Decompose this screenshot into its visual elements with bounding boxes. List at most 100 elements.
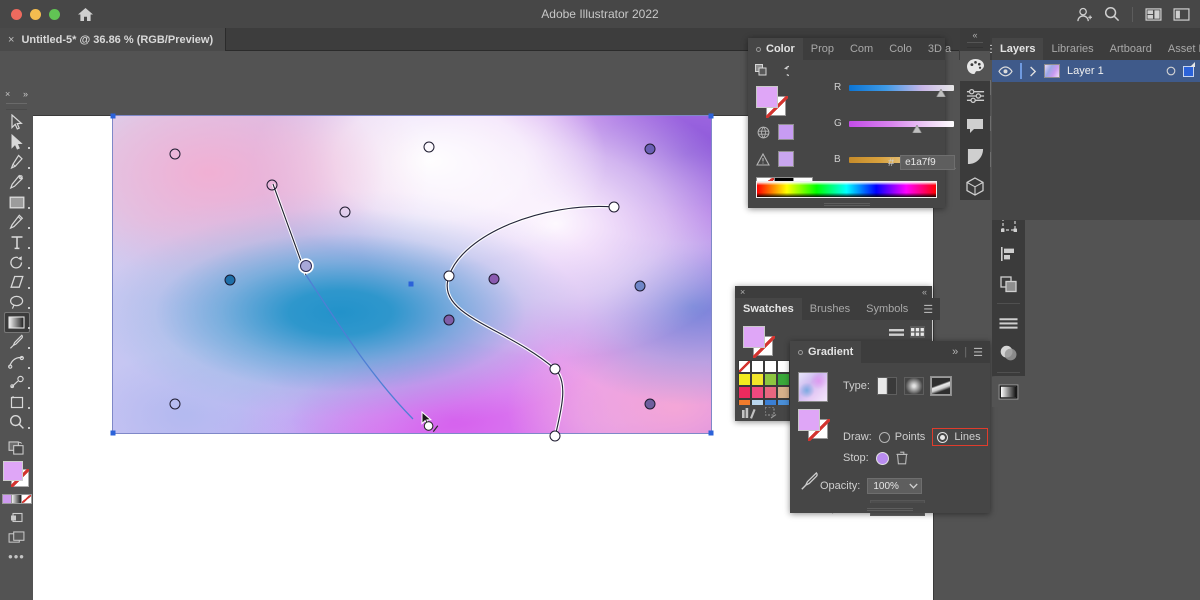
swatch-cell[interactable]: [751, 373, 764, 386]
swatch-cell[interactable]: [764, 373, 777, 386]
layer-row[interactable]: Layer 1: [992, 60, 1200, 82]
gradient-stop-marker[interactable]: [267, 180, 278, 191]
layer-thumbnail[interactable]: [1044, 64, 1060, 78]
gradient-stop-marker[interactable]: [645, 143, 656, 154]
tab-3d-and-materials[interactable]: 3D a: [920, 38, 959, 60]
tools-panel-grip[interactable]: [6, 103, 27, 110]
color-panel[interactable]: Color Prop Com Colo 3D a » | ☰: [748, 38, 945, 208]
fill-stroke-swatch[interactable]: [756, 86, 786, 116]
color-modes-row[interactable]: [0, 491, 33, 507]
gradient-stop-marker[interactable]: [634, 280, 645, 291]
fill-swatch[interactable]: [798, 409, 820, 431]
swatch-cell[interactable]: [738, 373, 751, 386]
close-window-button[interactable]: [11, 9, 22, 20]
tab-gradient[interactable]: Gradient: [790, 341, 861, 363]
dock-grip[interactable]: [967, 42, 983, 48]
pencil-tool[interactable]: [0, 212, 33, 232]
list-view-icon[interactable]: [889, 327, 904, 338]
freeform-gradient-button[interactable]: [931, 377, 951, 395]
gradient-stop-marker[interactable]: [225, 275, 236, 286]
transparency-icon[interactable]: [992, 338, 1025, 368]
swatches-view-controls[interactable]: [889, 326, 925, 338]
blend-tool[interactable]: [0, 352, 33, 372]
layers-panel[interactable]: Layers Libraries Artboard Asset Ex ☰ Lay…: [992, 38, 1200, 198]
gradient-stop-marker[interactable]: [444, 315, 455, 326]
collapse-icon[interactable]: «: [922, 286, 927, 298]
channel-slider-g[interactable]: [849, 121, 954, 127]
tab-properties[interactable]: Prop: [803, 38, 842, 60]
switch-workspace-icon[interactable]: [1168, 1, 1194, 27]
tools-close-icon[interactable]: ×: [5, 89, 10, 99]
eraser-tool[interactable]: [0, 272, 33, 292]
rectangle-tool[interactable]: [0, 192, 33, 212]
close-document-icon[interactable]: ×: [8, 34, 14, 46]
change-screen-mode-icon[interactable]: [0, 438, 33, 458]
screen-mode-icon[interactable]: [0, 527, 33, 547]
curvature-tool[interactable]: [0, 172, 33, 192]
gradient-panel-tabs[interactable]: Gradient » | ☰: [790, 341, 990, 363]
maximize-window-button[interactable]: [49, 9, 60, 20]
swatch-cell[interactable]: [777, 373, 790, 386]
tab-swatches[interactable]: Swatches: [735, 298, 802, 320]
opacity-dropdown[interactable]: 100%: [867, 478, 922, 494]
show-swatch-kinds-icon[interactable]: [765, 407, 778, 419]
arrange-documents-icon[interactable]: [1140, 1, 1166, 27]
add-user-icon[interactable]: [1071, 1, 1097, 27]
swatch-cell[interactable]: [777, 386, 790, 399]
swatch-libraries-icon[interactable]: [742, 407, 756, 419]
fill-swatch[interactable]: [743, 326, 765, 348]
edit-toolbar-icon[interactable]: •••: [0, 547, 33, 567]
swatch-cell[interactable]: [738, 386, 751, 399]
swatch-cell[interactable]: [764, 360, 777, 373]
minimize-window-button[interactable]: [30, 9, 41, 20]
gradient-panel[interactable]: Gradient » | ☰ Type: Draw:: [790, 341, 990, 513]
tab-asset-export[interactable]: Asset Ex: [1160, 38, 1200, 60]
gradient-opacity-row[interactable]: Opacity: 100%: [820, 478, 922, 494]
search-icon[interactable]: [1099, 1, 1125, 27]
close-icon[interactable]: ×: [740, 286, 745, 298]
3d-cube-icon[interactable]: [960, 171, 990, 201]
fill-stroke-swatch[interactable]: [0, 458, 33, 491]
tools-expand-icon[interactable]: »: [23, 89, 28, 99]
resize-grip[interactable]: [824, 203, 870, 206]
layers-list-empty-area[interactable]: [992, 82, 1200, 220]
path-anchor-point[interactable]: [609, 201, 620, 212]
radio-lines-icon[interactable]: [937, 432, 948, 443]
drawing-mode-icon[interactable]: [0, 507, 33, 527]
comments-icon[interactable]: [960, 111, 990, 141]
tab-symbols[interactable]: Symbols: [858, 298, 916, 320]
symbol-sprayer-tool[interactable]: [0, 372, 33, 392]
pathfinder-icon[interactable]: [992, 269, 1025, 299]
color-palette-icon[interactable]: [960, 51, 990, 81]
gradient-stop-marker[interactable]: [169, 149, 180, 160]
color-panel-tabs[interactable]: Color Prop Com Colo 3D a » | ☰: [748, 38, 945, 60]
panel-menu-icon[interactable]: ☰: [973, 346, 983, 359]
out-of-gamut-warning-icon[interactable]: [756, 153, 770, 166]
pen-tool[interactable]: [0, 152, 33, 172]
swatches-panel-tabs[interactable]: Swatches Brushes Symbols ☰: [735, 298, 932, 320]
tab-libraries[interactable]: Libraries: [1043, 38, 1101, 60]
gradient-scurve-path[interactable]: [113, 116, 711, 433]
gradient-stop-marker-selected[interactable]: [300, 260, 312, 272]
color-mode-gradient-icon[interactable]: [12, 494, 22, 504]
swatch-none[interactable]: [738, 360, 751, 373]
tab-color-guide[interactable]: Colo: [881, 38, 920, 60]
target-circle-icon[interactable]: [1166, 66, 1176, 76]
zoom-tool[interactable]: [0, 412, 33, 432]
hex-input[interactable]: e1a7f9: [900, 155, 955, 170]
gradient-tool[interactable]: [0, 312, 33, 332]
swap-fill-stroke-icon[interactable]: [755, 64, 768, 77]
path-anchor-point[interactable]: [444, 271, 455, 282]
direct-selection-tool[interactable]: [0, 132, 33, 152]
chevron-right-icon[interactable]: [1029, 66, 1037, 77]
default-colors-icon[interactable]: [777, 65, 789, 77]
tab-layers[interactable]: Layers: [992, 38, 1043, 60]
layers-panel-tabs[interactable]: Layers Libraries Artboard Asset Ex ☰: [992, 38, 1200, 60]
tab-artboards[interactable]: Artboard: [1102, 38, 1160, 60]
stroke-icon[interactable]: [992, 308, 1025, 338]
gradient-stop-marker[interactable]: [424, 142, 435, 153]
eye-icon[interactable]: [998, 66, 1013, 77]
channel-slider-r[interactable]: [849, 85, 954, 91]
gradient-icon[interactable]: [992, 377, 1025, 407]
type-tool[interactable]: [0, 232, 33, 252]
